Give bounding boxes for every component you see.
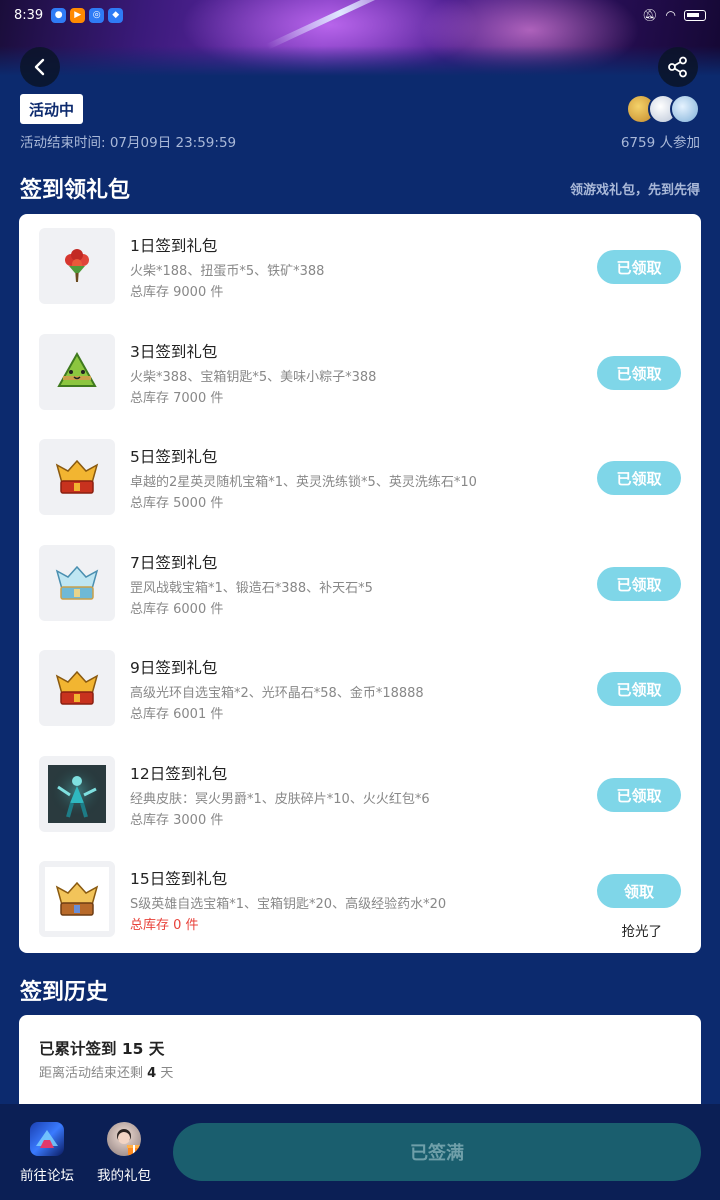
gold-chest-icon (39, 861, 115, 937)
red-chest-icon (39, 650, 115, 726)
total-checkin-days: 已累计签到 15 天 (39, 1040, 165, 1058)
gift-description: 经典皮肤：冥火男爵*1、皮肤碎片*10、火火红包*6 (130, 792, 430, 807)
status-time: 8:39 (14, 7, 44, 23)
avatar (670, 94, 700, 124)
forum-game-icon (30, 1122, 64, 1156)
forum-label: 前往论坛 (20, 1168, 74, 1184)
gift-name: 5日签到礼包 (130, 448, 218, 466)
claimed-button[interactable]: 已领取 (597, 778, 681, 812)
gift-stock: 总库存 0 件 (130, 918, 199, 933)
share-icon (668, 56, 687, 78)
gift-item: 12日签到礼包 经典皮肤：冥火男爵*1、皮肤碎片*10、火火红包*6 总库存 3… (19, 742, 701, 847)
chevron-left-icon (34, 58, 45, 76)
gift-stock: 总库存 5000 件 (130, 496, 224, 511)
fully-signed-button[interactable]: 已签满 (173, 1123, 701, 1181)
status-bar: 8:39 ● ▶ ◎ ◆ 🔕︎ ◠ (14, 4, 706, 26)
gift-section-subtitle: 领游戏礼包，先到先得 (569, 183, 700, 198)
gift-name: 3日签到礼包 (130, 343, 218, 361)
gift-icon (127, 1145, 141, 1155)
my-gifts-button[interactable]: 我的礼包 (89, 1122, 159, 1184)
gift-list: 1日签到礼包 火柴*188、扭蛋币*5、铁矿*388 总库存 9000 件 已领… (19, 214, 701, 953)
app-notification-icon: ◆ (108, 7, 124, 23)
remaining-days-text: 距离活动结束还剩 4 天 (39, 1066, 174, 1081)
wifi-icon: ◠ (665, 8, 676, 22)
gift-description: 火柴*388、宝箱钥匙*5、美味小粽子*388 (130, 370, 377, 385)
my-gifts-avatar (107, 1122, 141, 1156)
gift-name: 1日签到礼包 (130, 237, 218, 255)
app-notification-icon: ▶ (70, 7, 86, 23)
gift-stock: 总库存 9000 件 (130, 285, 224, 300)
battery-icon (684, 9, 706, 21)
claimed-button[interactable]: 已领取 (597, 567, 681, 601)
remaining-days-value: 4 (147, 1066, 157, 1081)
status-badge: 活动中 (20, 94, 84, 124)
gift-item: 3日签到礼包 火柴*388、宝箱钥匙*5、美味小粽子*388 总库存 7000 … (19, 320, 701, 425)
end-time: 活动结束时间: 07月09日 23:59:59 (20, 135, 237, 151)
gift-stock: 总库存 3000 件 (130, 813, 224, 828)
sold-out-label: 抢光了 (621, 924, 663, 940)
claimed-button[interactable]: 已领取 (597, 250, 681, 284)
blue-chest-icon (39, 545, 115, 621)
gift-item: 9日签到礼包 高级光环自选宝箱*2、光环晶石*58、金币*18888 总库存 6… (19, 636, 701, 741)
claimed-button[interactable]: 已领取 (597, 672, 681, 706)
share-button[interactable] (658, 47, 698, 87)
participant-count: 6759 人参加 (620, 135, 700, 151)
zongzi-icon (39, 334, 115, 410)
claimed-button[interactable]: 已领取 (597, 356, 681, 390)
gift-item: 5日签到礼包 卓越的2星英灵随机宝箱*1、英灵洗练锁*5、英灵洗练石*10 总库… (19, 425, 701, 530)
mute-icon: 🔕︎ (642, 8, 658, 22)
bottom-action-bar: 前往论坛 我的礼包 已签满 (0, 1104, 720, 1200)
gift-name: 12日签到礼包 (130, 765, 228, 783)
history-section-title: 签到历史 (20, 980, 109, 1005)
claimed-button[interactable]: 已领取 (597, 461, 681, 495)
gift-item: 1日签到礼包 火柴*188、扭蛋币*5、铁矿*388 总库存 9000 件 已领… (19, 214, 701, 319)
skin-portrait-icon (39, 756, 115, 832)
gift-item: 15日签到礼包 S级英雄自选宝箱*1、宝箱钥匙*20、高级经验药水*20 总库存… (19, 847, 701, 952)
gift-name: 9日签到礼包 (130, 659, 218, 677)
red-chest-icon (39, 439, 115, 515)
gift-name: 15日签到礼包 (130, 870, 228, 888)
gift-description: 火柴*188、扭蛋币*5、铁矿*388 (130, 264, 325, 279)
app-notification-icon: ◎ (89, 7, 105, 23)
gift-item: 7日签到礼包 罡风战戟宝箱*1、锻造石*388、补天石*5 总库存 6000 件… (19, 531, 701, 636)
claim-button[interactable]: 领取 (597, 874, 681, 908)
forum-button[interactable]: 前往论坛 (12, 1122, 82, 1184)
gift-description: S级英雄自选宝箱*1、宝箱钥匙*20、高级经验药水*20 (130, 897, 447, 912)
gift-stock: 总库存 6000 件 (130, 602, 224, 617)
bouquet-icon (39, 228, 115, 304)
gift-name: 7日签到礼包 (130, 554, 218, 572)
app-notification-icon: ● (51, 7, 67, 23)
my-gifts-label: 我的礼包 (97, 1168, 151, 1184)
participant-avatars[interactable] (626, 94, 700, 124)
gift-description: 卓越的2星英灵随机宝箱*1、英灵洗练锁*5、英灵洗练石*10 (130, 475, 477, 490)
gift-description: 罡风战戟宝箱*1、锻造石*388、补天石*5 (130, 581, 373, 596)
gift-stock: 总库存 6001 件 (130, 707, 224, 722)
back-button[interactable] (20, 47, 60, 87)
gift-description: 高级光环自选宝箱*2、光环晶石*58、金币*18888 (130, 686, 424, 701)
gift-stock: 总库存 7000 件 (130, 391, 224, 406)
gift-section-title: 签到领礼包 (20, 178, 131, 203)
